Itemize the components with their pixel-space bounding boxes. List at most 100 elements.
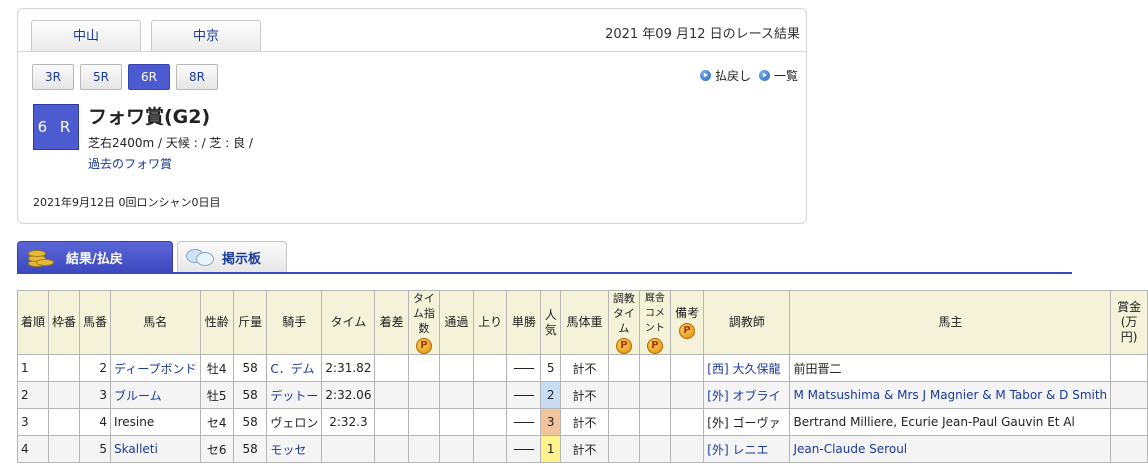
cell-passing: [438, 381, 474, 409]
dash-mark: [513, 395, 534, 396]
header-body-weight: 馬体重: [560, 290, 609, 355]
cell-rank: 4: [16, 435, 50, 463]
cell-margin: [374, 408, 409, 436]
cell-passing: [438, 354, 474, 382]
round-tab-8r[interactable]: 8R: [176, 64, 218, 90]
race-header-panel: 中山 中京 2021 年09 月12 日のレース結果 3R 5R 6R 8R 払…: [17, 8, 807, 224]
cell-rank: 2: [16, 381, 50, 409]
table-row: 1 2 ディープボンド 牡4 58 C．デム 2:31.82 5 計不 [西] …: [16, 354, 1148, 382]
cell-time: 2:32.3: [321, 408, 376, 436]
cell-horse: Iresine: [110, 408, 201, 436]
cell-weight-carried: 58: [232, 381, 268, 409]
cell-time: [321, 435, 376, 463]
cell-frame: [48, 408, 81, 436]
cell-frame: [48, 381, 81, 409]
tab-board[interactable]: 掲示板: [177, 241, 287, 273]
header-owner: 馬主: [789, 290, 1112, 355]
cell-last3f: [472, 354, 508, 382]
cell-odds: [506, 354, 542, 382]
cell-time-index: [407, 435, 440, 463]
cell-trainer-link[interactable]: [西] 大久保龍: [703, 354, 791, 382]
cell-stable-comment: [638, 354, 671, 382]
dash-mark: [513, 422, 534, 423]
premium-p-icon[interactable]: P: [646, 338, 663, 354]
race-nav-links: 払戻し 一覧: [692, 67, 798, 84]
premium-p-icon[interactable]: P: [679, 323, 696, 339]
header-frame: 枠番: [48, 290, 81, 355]
cell-trainer-link[interactable]: [外] オブライ: [703, 381, 791, 409]
table-row: 3 4 Iresine セ4 58 ヴェロン 2:32.3 3 計不 [外] ゴ…: [16, 408, 1148, 436]
cell-body-weight: 計不: [560, 381, 609, 409]
cell-time-index: [407, 408, 440, 436]
header-passing: 通過: [438, 290, 474, 355]
venue-tabs: 中山 中京: [31, 20, 271, 52]
cell-jockey-link[interactable]: デットー: [266, 381, 323, 409]
cell-margin: [374, 381, 409, 409]
header-odds: 単勝: [506, 290, 542, 355]
cell-jockey-link[interactable]: C．デム: [266, 354, 323, 382]
cell-remarks: [669, 408, 705, 436]
cell-remarks: [669, 354, 705, 382]
result-date: 2021 年09 月12 日のレース結果: [605, 27, 800, 42]
cell-time-index: [407, 354, 440, 382]
round-tab-6r[interactable]: 6R: [128, 64, 170, 90]
cell-owner: 前田晋二: [789, 354, 1112, 382]
cell-horse-no: 5: [79, 435, 112, 463]
header-prize: 賞金(万円): [1110, 290, 1148, 355]
header-remarks-label: 備考: [675, 306, 700, 320]
meeting-info: 2021年9月12日 0回ロンシャン0日目: [33, 196, 221, 209]
header-horse-no: 馬番: [79, 290, 112, 355]
venue-tab-chukyo[interactable]: 中京: [151, 20, 261, 52]
premium-p-icon[interactable]: P: [415, 338, 432, 354]
cell-stable-comment: [638, 435, 671, 463]
header-time-index-label: タイム指数: [412, 292, 435, 335]
speech-bubble-icon: [186, 247, 216, 269]
race-name: フォワ賞(G2): [88, 106, 211, 128]
venue-tab-nakayama[interactable]: 中山: [31, 20, 141, 52]
premium-p-icon[interactable]: P: [615, 338, 632, 354]
cell-horse-no: 3: [79, 381, 112, 409]
header-margin: 着差: [374, 290, 409, 355]
cell-sex-age: 牡4: [199, 354, 234, 382]
list-link-label: 一覧: [773, 69, 798, 83]
tab-results[interactable]: 結果/払戻: [17, 241, 173, 273]
arrow-bullet-icon: [758, 70, 770, 81]
header-popularity: 人気: [540, 290, 562, 355]
header-stable-comment: 厩舎コメント P: [638, 290, 671, 355]
cell-sex-age: セ4: [199, 408, 234, 436]
cell-jockey-link[interactable]: モッセ: [266, 435, 323, 463]
cell-popularity: 2: [540, 381, 562, 409]
cell-stable-comment: [638, 381, 671, 409]
cell-trainer-link[interactable]: [外] レニエ: [703, 435, 791, 463]
cell-prize: [1110, 354, 1148, 382]
cell-training-time: [607, 408, 640, 436]
header-training-time: 調教タイム P: [607, 290, 640, 355]
past-race-link[interactable]: 過去のフォワ賞: [88, 155, 172, 172]
dash-mark: [513, 449, 534, 450]
cell-trainer: [外] ゴーヴァ: [703, 408, 791, 436]
cell-stable-comment: [638, 408, 671, 436]
race-number-badge: 6 R: [33, 104, 79, 150]
cell-remarks: [669, 435, 705, 463]
round-tabs: 3R 5R 6R 8R: [32, 64, 224, 90]
cell-popularity: 1: [540, 435, 562, 463]
cell-owner-link[interactable]: Jean-Claude Seroul: [789, 435, 1112, 463]
cell-horse-link[interactable]: Skalleti: [110, 435, 201, 463]
header-time: タイム: [321, 290, 376, 355]
round-tab-5r[interactable]: 5R: [80, 64, 122, 90]
cell-horse-no: 4: [79, 408, 112, 436]
cell-time: 2:31.82: [321, 354, 376, 382]
cell-owner-link[interactable]: M Matsushima & Mrs J Magnier & M Tabor &…: [789, 381, 1112, 409]
payout-link[interactable]: 払戻し: [699, 67, 751, 84]
tab-results-label: 結果/払戻: [66, 252, 123, 267]
cell-weight-carried: 58: [232, 354, 268, 382]
cell-horse-link[interactable]: ディープボンド: [110, 354, 201, 382]
cell-horse-link[interactable]: ブルーム: [110, 381, 201, 409]
cell-prize: [1110, 435, 1148, 463]
cell-time: 2:32.06: [321, 381, 376, 409]
header-jockey: 騎手: [266, 290, 323, 355]
cell-training-time: [607, 435, 640, 463]
cell-last3f: [472, 408, 508, 436]
round-tab-3r[interactable]: 3R: [32, 64, 74, 90]
list-link[interactable]: 一覧: [758, 67, 798, 84]
